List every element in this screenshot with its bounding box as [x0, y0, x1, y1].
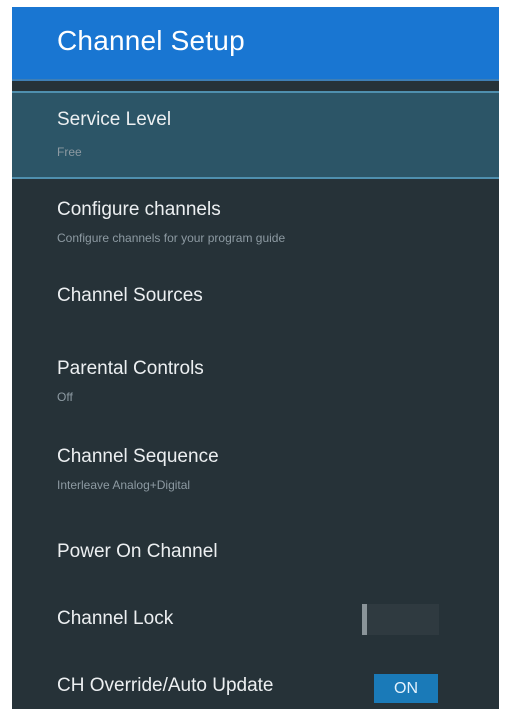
menu-item-title: Parental Controls: [57, 358, 204, 379]
menu-item-title: Configure channels: [57, 199, 221, 220]
menu-item-subtitle: Interleave Analog+Digital: [57, 478, 191, 492]
menu-item-service-level[interactable]: Service Level Free: [12, 91, 499, 179]
menu-item-title: Service Level: [57, 109, 172, 130]
menu-item-power-on-channel[interactable]: Power On Channel: [12, 521, 499, 585]
menu-item-subtitle: Configure channels for your program guid…: [57, 231, 286, 245]
menu-item-channel-sequence[interactable]: Channel Sequence Interleave Analog+Digit…: [12, 429, 499, 509]
menu-item-configure-channels[interactable]: Configure channels Configure channels fo…: [12, 182, 499, 262]
settings-panel: Channel Setup Service Level Free Configu…: [12, 7, 499, 709]
menu-item-title: Power On Channel: [57, 541, 218, 562]
menu-item-subtitle: Off: [57, 390, 73, 404]
menu-item-channel-sources[interactable]: Channel Sources: [12, 266, 499, 338]
ch-override-toggle[interactable]: ON: [374, 674, 438, 703]
toggle-thumb: [362, 604, 367, 635]
menu-item-title: Channel Sources: [57, 285, 203, 306]
menu-item-channel-lock[interactable]: Channel Lock: [12, 588, 499, 652]
menu-item-parental-controls[interactable]: Parental Controls Off: [12, 341, 499, 421]
menu-item-title: CH Override/Auto Update: [57, 675, 274, 696]
menu-item-ch-override[interactable]: CH Override/Auto Update ON: [12, 655, 499, 709]
header-bar: Channel Setup: [12, 7, 499, 81]
menu-item-title: Channel Sequence: [57, 446, 219, 467]
page-title: Channel Setup: [57, 25, 245, 56]
menu-item-title: Channel Lock: [57, 608, 174, 629]
menu-item-subtitle: Free: [57, 145, 82, 159]
channel-lock-toggle[interactable]: [362, 604, 439, 635]
